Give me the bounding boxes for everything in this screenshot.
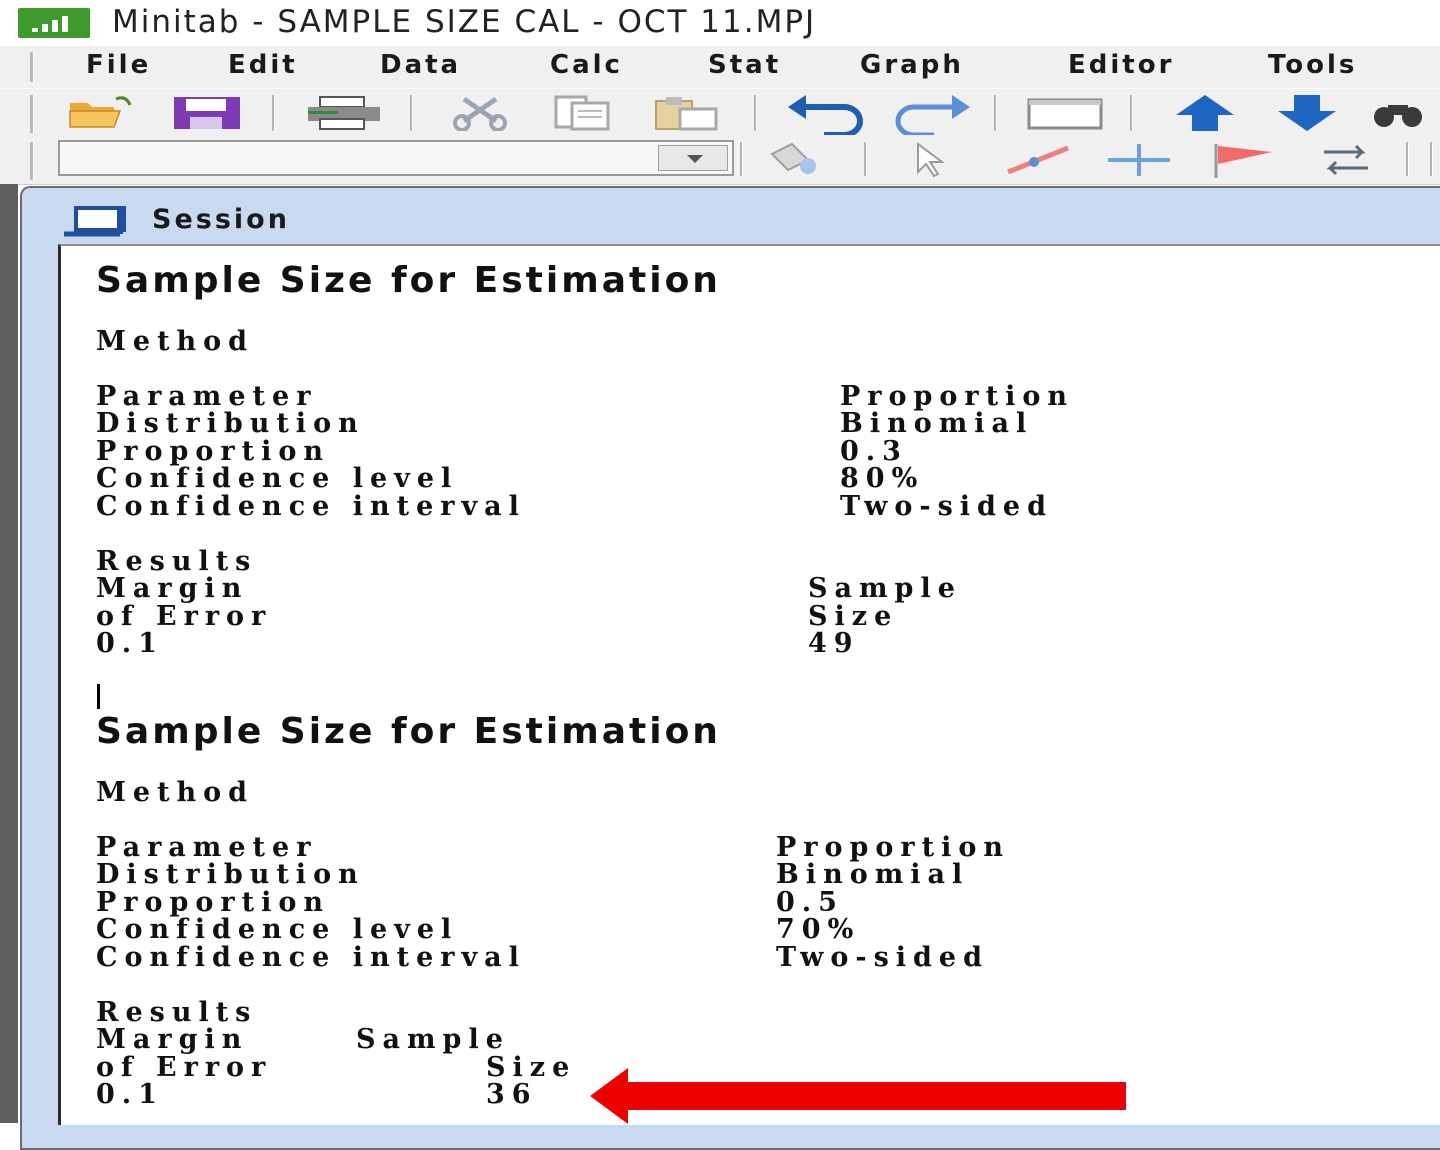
previous-icon[interactable] bbox=[1170, 93, 1240, 137]
row-value: Two-sided bbox=[776, 942, 989, 973]
menu-edit[interactable]: Edit bbox=[228, 50, 298, 80]
text-caret bbox=[97, 684, 100, 709]
session-window-icon bbox=[60, 204, 134, 242]
margin-of-error-value: 0.1 bbox=[96, 628, 164, 659]
next-icon[interactable] bbox=[1272, 93, 1342, 137]
sample-size-value: 36 bbox=[486, 1079, 538, 1110]
swap-icon[interactable] bbox=[1316, 140, 1376, 184]
toolbar-separator bbox=[754, 95, 757, 131]
menu-file[interactable]: File bbox=[86, 50, 151, 80]
session-frame-border bbox=[34, 244, 56, 1123]
crosshair-icon[interactable] bbox=[1104, 140, 1174, 184]
row-label: Proportion bbox=[96, 887, 331, 918]
row-value: 0.5 bbox=[776, 887, 844, 918]
results-col1-header: of Error bbox=[96, 601, 273, 632]
menu-data[interactable]: Data bbox=[380, 50, 461, 80]
session-title: Session bbox=[152, 204, 290, 235]
row-value: Proportion bbox=[776, 832, 1011, 863]
minitab-logo-icon bbox=[18, 8, 90, 38]
menu-tools[interactable]: Tools bbox=[1268, 50, 1357, 80]
row-value: 80% bbox=[840, 463, 925, 494]
row-label: Distribution bbox=[96, 408, 365, 439]
menu-calc[interactable]: Calc bbox=[550, 50, 623, 80]
menu-graph[interactable]: Graph bbox=[860, 50, 964, 80]
row-value: Binomial bbox=[776, 859, 970, 890]
row-label: Parameter bbox=[96, 381, 318, 412]
red-arrow-annotation bbox=[590, 1066, 1130, 1130]
redo-icon[interactable] bbox=[890, 95, 974, 139]
toolbar-separator bbox=[1430, 142, 1433, 176]
row-value: 0.3 bbox=[840, 436, 908, 467]
row-value: Binomial bbox=[840, 408, 1034, 439]
flag-icon[interactable] bbox=[1210, 140, 1280, 184]
mdi-background bbox=[0, 184, 18, 1123]
menu-grip bbox=[30, 52, 34, 82]
toolbar-separator bbox=[994, 95, 997, 131]
method-label: Method bbox=[96, 777, 255, 808]
row-label: Confidence interval bbox=[96, 491, 526, 522]
results-col1-header: Margin bbox=[96, 1024, 249, 1055]
window-title: Minitab - SAMPLE SIZE CAL - OCT 11.MPJ bbox=[112, 4, 817, 40]
standard-toolbar bbox=[0, 88, 1440, 139]
save-icon[interactable] bbox=[172, 95, 242, 135]
results-col2-header: Sample bbox=[808, 573, 962, 604]
results-col2-header: Size bbox=[486, 1052, 577, 1083]
row-label: Confidence level bbox=[96, 463, 459, 494]
toolbar-separator bbox=[1130, 95, 1133, 131]
margin-of-error-value: 0.1 bbox=[96, 1079, 164, 1110]
results-col2-header: Size bbox=[808, 601, 899, 632]
chevron-down-icon[interactable] bbox=[658, 145, 728, 171]
row-value: 70% bbox=[776, 914, 861, 945]
row-value: Proportion bbox=[840, 381, 1075, 412]
brush-icon[interactable] bbox=[762, 140, 834, 182]
output-heading: Sample Size for Estimation bbox=[96, 260, 721, 301]
command-combo[interactable] bbox=[58, 140, 734, 176]
results-col1-header: Margin bbox=[96, 573, 249, 604]
copy-icon[interactable] bbox=[550, 95, 622, 135]
toolbar-grip bbox=[30, 142, 34, 180]
row-label: Parameter bbox=[96, 832, 318, 863]
toolbar-separator bbox=[864, 142, 867, 176]
menu-editor[interactable]: Editor bbox=[1068, 50, 1174, 80]
toolbar-grip bbox=[30, 95, 34, 133]
results-col2-header: Sample bbox=[356, 1024, 510, 1055]
print-icon[interactable] bbox=[304, 95, 384, 135]
undo-icon[interactable] bbox=[784, 95, 868, 139]
session-output[interactable] bbox=[58, 244, 1440, 1125]
menu-bar: File Edit Data Calc Stat Graph Editor To… bbox=[0, 46, 1440, 88]
sample-size-value: 49 bbox=[808, 628, 860, 659]
open-folder-icon[interactable] bbox=[66, 95, 144, 135]
row-label: Proportion bbox=[96, 436, 331, 467]
results-label: Results bbox=[96, 997, 258, 1028]
select-pointer-icon[interactable] bbox=[906, 142, 956, 182]
title-bar: Minitab - SAMPLE SIZE CAL - OCT 11.MPJ bbox=[0, 0, 1440, 46]
cut-icon[interactable] bbox=[448, 95, 520, 135]
toolbar-separator bbox=[272, 95, 275, 131]
output-heading: Sample Size for Estimation bbox=[96, 711, 721, 752]
row-label: Confidence level bbox=[96, 914, 459, 945]
paste-icon[interactable] bbox=[652, 95, 724, 135]
menu-stat[interactable]: Stat bbox=[708, 50, 781, 80]
find-icon[interactable] bbox=[1368, 97, 1440, 133]
results-col1-header: of Error bbox=[96, 1052, 273, 1083]
toolbar-separator bbox=[410, 95, 413, 131]
method-label: Method bbox=[96, 326, 255, 357]
row-label: Confidence interval bbox=[96, 942, 526, 973]
row-label: Distribution bbox=[96, 859, 365, 890]
brush-tool-icon[interactable] bbox=[998, 142, 1078, 182]
results-label: Results bbox=[96, 546, 258, 577]
toolbar-separator bbox=[740, 142, 743, 176]
window-icon[interactable] bbox=[1026, 97, 1106, 135]
toolbar-separator bbox=[1406, 142, 1409, 176]
row-value: Two-sided bbox=[840, 491, 1053, 522]
